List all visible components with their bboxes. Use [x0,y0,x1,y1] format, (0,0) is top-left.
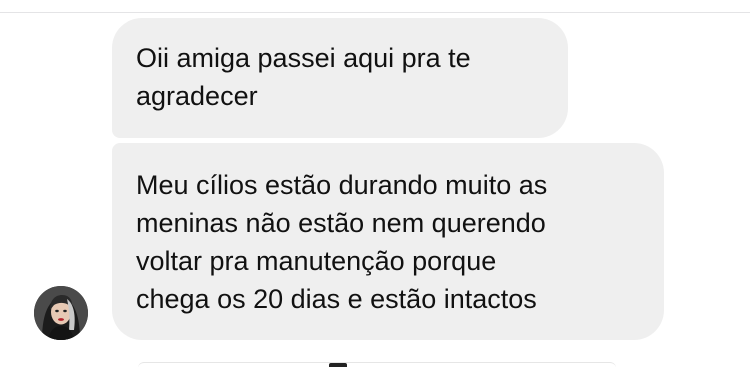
message-text-line: chega os 20 dias e estão intactos [136,284,537,314]
message-text-line: Meu cílios estão durando muito as [136,170,548,200]
message-text-line: agradecer [136,81,258,111]
message-text-line: voltar pra manutenção porque [136,246,497,276]
message-text-line: Oii amiga passei aqui pra te [136,43,471,73]
top-divider [0,12,750,13]
contact-avatar-photo-icon [34,286,88,340]
chat-screen: Oii amiga passei aqui pra te agradecer M… [0,0,750,367]
contact-avatar[interactable] [34,286,88,340]
message-text-line: meninas não estão nem querendo [136,208,546,238]
message-bubble[interactable]: Oii amiga passei aqui pra te agradecer [112,18,568,138]
message-bubble[interactable]: Meu cílios estão durando muito as menina… [112,143,664,340]
next-bubble-mark [329,363,347,367]
next-bubble-edge [138,362,616,367]
